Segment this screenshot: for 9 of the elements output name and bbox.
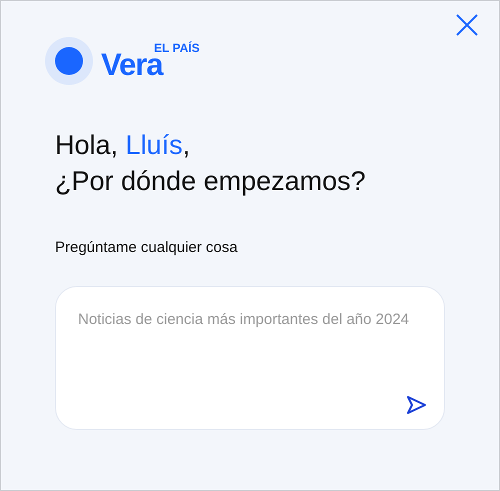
close-button[interactable]: [455, 13, 479, 37]
greeting-heading: Hola, Lluís, ¿Por dónde empezamos?: [55, 129, 367, 198]
close-icon: [455, 13, 479, 37]
publisher-name: EL PAÍS: [154, 41, 200, 55]
logo-icon: [45, 37, 93, 85]
send-icon: [405, 394, 427, 416]
question-field[interactable]: Noticias de ciencia más importantes del año 2024: [55, 286, 445, 430]
send-button[interactable]: [405, 394, 427, 416]
prompt-label: Pregúntame cualquier cosa: [55, 239, 239, 256]
